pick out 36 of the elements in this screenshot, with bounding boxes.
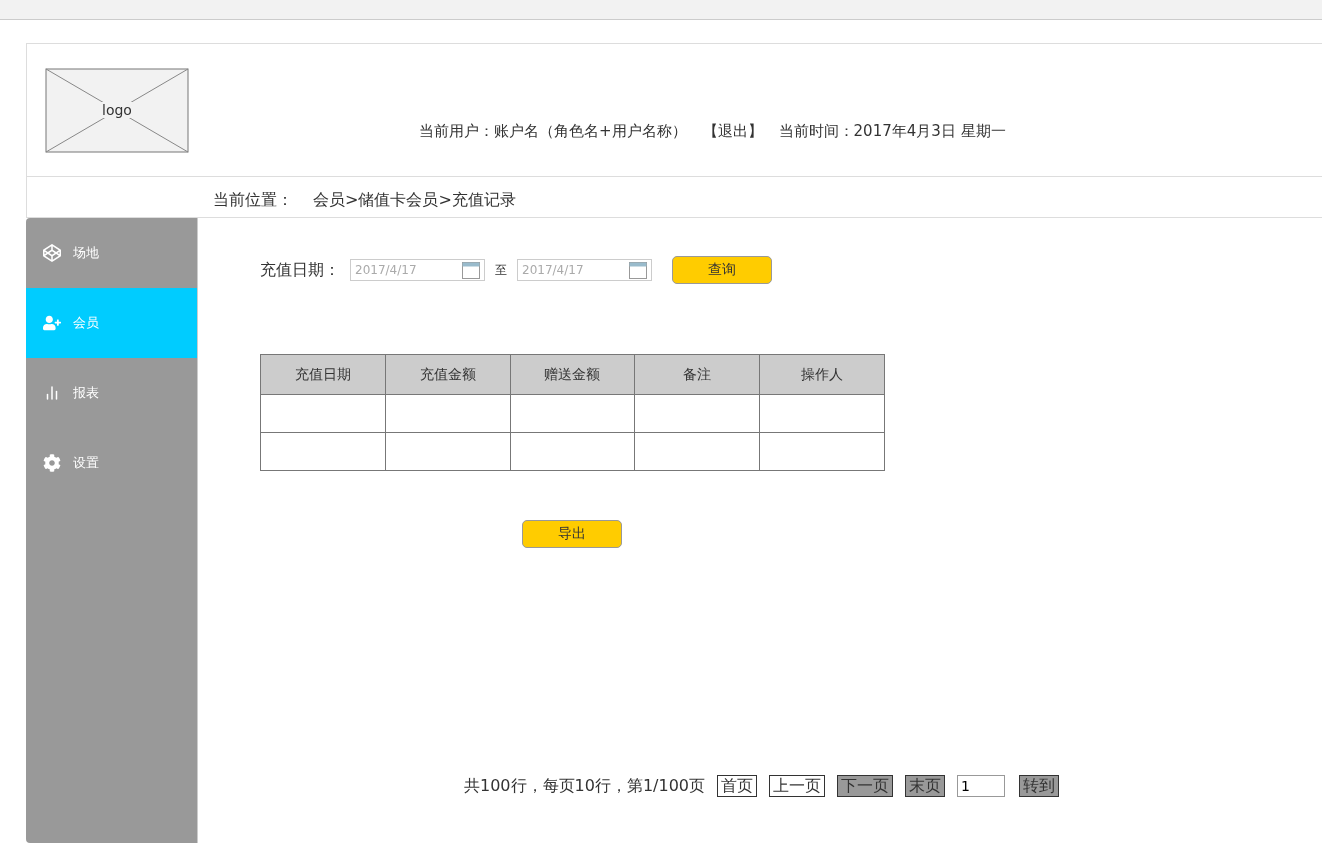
- page-button[interactable]: 下一页: [837, 775, 893, 797]
- sidebar-item-label: 报表: [73, 384, 99, 402]
- column-header: 赠送金额: [510, 354, 635, 395]
- sidebar-item[interactable]: 场地: [26, 218, 197, 288]
- breadcrumb-label: 当前位置：: [213, 190, 293, 211]
- page-button[interactable]: 上一页: [769, 775, 825, 797]
- sidebar-item-label: 设置: [73, 454, 99, 472]
- current-time-text: 当前时间：2017年4月3日 星期一: [778, 121, 1006, 141]
- calendar-icon[interactable]: [629, 261, 647, 279]
- sidebar-item-label: 会员: [73, 314, 99, 332]
- page-button[interactable]: 末页: [905, 775, 945, 797]
- page-button[interactable]: 首页: [717, 775, 757, 797]
- go-button[interactable]: 转到: [1019, 775, 1059, 797]
- column-header: 备注: [634, 354, 760, 395]
- column-header: 充值金额: [385, 354, 511, 395]
- pagination-summary: 共100行，每页10行，第1/100页: [464, 775, 705, 797]
- current-user-text: 当前用户：账户名（角色名+用户名称）: [419, 121, 687, 141]
- end-date-field[interactable]: 2017/4/17: [517, 259, 652, 281]
- cube-icon: [43, 244, 61, 262]
- date-label: 充值日期：: [260, 259, 340, 281]
- column-header: 充值日期: [260, 354, 386, 395]
- query-button[interactable]: 查询: [672, 256, 772, 284]
- export-button[interactable]: 导出: [522, 520, 622, 548]
- sidebar-item-label: 场地: [73, 244, 99, 262]
- settings-icon: [43, 454, 61, 472]
- sidebar-item[interactable]: 设置: [26, 428, 197, 498]
- breadcrumb-path: 会员>储值卡会员>充值记录: [313, 190, 516, 211]
- calendar-icon[interactable]: [462, 261, 480, 279]
- logout-link[interactable]: 【退出】: [702, 121, 763, 141]
- column-header: 操作人: [759, 354, 885, 395]
- user-icon: [43, 314, 61, 332]
- sidebar-item[interactable]: 报表: [26, 358, 197, 428]
- range-separator: 至: [495, 261, 507, 279]
- logo-text: logo: [100, 102, 134, 118]
- start-date-field[interactable]: 2017/4/17: [350, 259, 485, 281]
- page-input[interactable]: 1: [957, 775, 1005, 797]
